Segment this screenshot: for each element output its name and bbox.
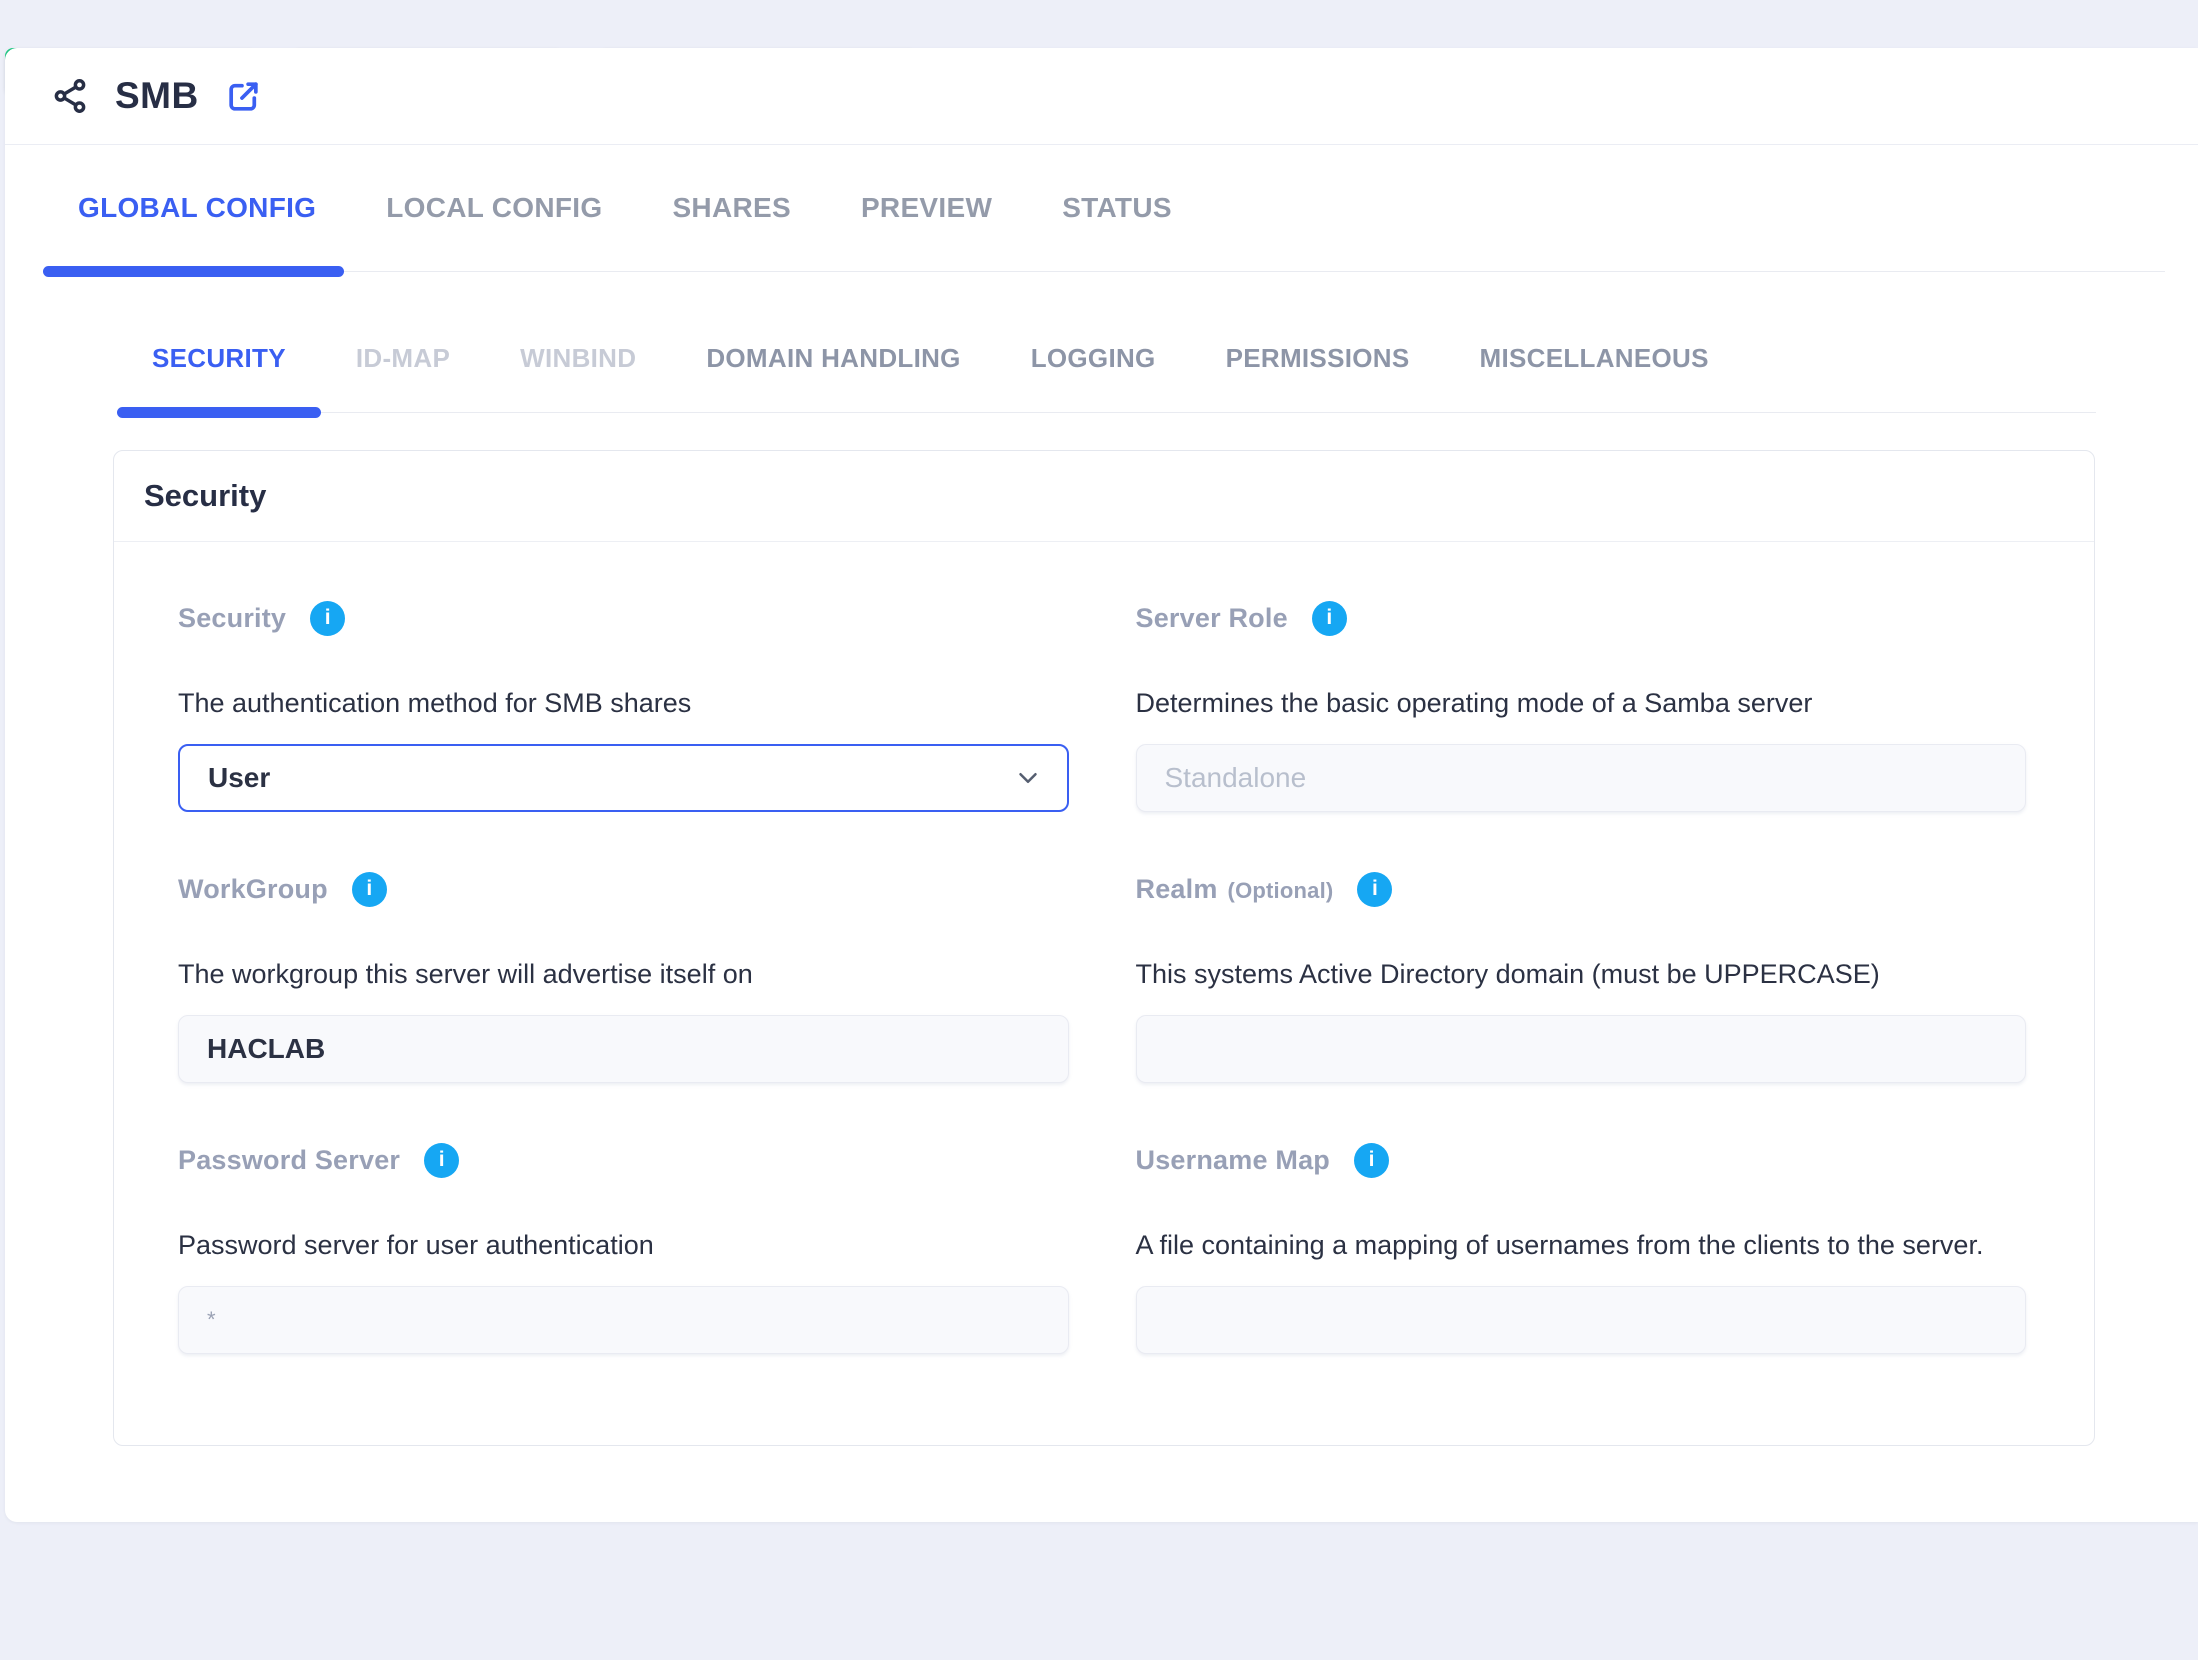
app-window: SMB GLOBAL CONFIG LOCAL CONFIG SHARES PR… xyxy=(5,48,2198,1522)
server-role-info-icon[interactable]: i xyxy=(1312,601,1347,636)
field-password-server: Password Server i Password server for us… xyxy=(178,1140,1069,1354)
server-role-input xyxy=(1136,744,2027,812)
field-label: Server Role xyxy=(1136,603,1288,634)
sub-tab-divider xyxy=(117,412,2096,413)
external-link-icon[interactable] xyxy=(225,78,262,115)
subtab-permissions[interactable]: PERMISSIONS xyxy=(1191,342,1445,374)
main-tab-divider xyxy=(43,271,2165,272)
sub-tab-bar: SECURITY ID-MAP WINBIND DOMAIN HANDLING … xyxy=(117,342,2198,374)
field-description: A file containing a mapping of usernames… xyxy=(1136,1228,2027,1262)
chevron-down-icon xyxy=(1013,763,1043,793)
field-username-map: Username Map i A file containing a mappi… xyxy=(1136,1140,2027,1354)
password-server-input[interactable] xyxy=(178,1286,1069,1354)
field-label: Realm(Optional) xyxy=(1136,874,1334,905)
subtab-domain-handling[interactable]: DOMAIN HANDLING xyxy=(671,342,995,374)
field-description: Password server for user authentication xyxy=(178,1228,1069,1262)
security-section-card: Security Security i The authentication m… xyxy=(113,450,2095,1446)
page-title: SMB xyxy=(115,75,199,117)
field-label: Security xyxy=(178,603,286,634)
subtab-miscellaneous[interactable]: MISCELLANEOUS xyxy=(1445,342,1744,374)
tab-global-config[interactable]: GLOBAL CONFIG xyxy=(43,191,351,225)
app-header: SMB xyxy=(5,48,2198,145)
username-map-input[interactable] xyxy=(1136,1286,2027,1354)
subtab-id-map: ID-MAP xyxy=(321,342,485,374)
optional-tag: (Optional) xyxy=(1228,878,1334,903)
field-description: The workgroup this server will advertise… xyxy=(178,957,1069,991)
password-server-info-icon[interactable]: i xyxy=(424,1143,459,1178)
workgroup-input[interactable] xyxy=(178,1015,1069,1083)
security-form: Security i The authentication method for… xyxy=(114,542,2094,1445)
subtab-security[interactable]: SECURITY xyxy=(117,342,321,374)
tab-preview[interactable]: PREVIEW xyxy=(826,191,1027,225)
field-server-role: Server Role i Determines the basic opera… xyxy=(1136,598,2027,812)
subtab-winbind: WINBIND xyxy=(485,342,671,374)
field-security: Security i The authentication method for… xyxy=(178,598,1069,812)
active-tab-indicator xyxy=(43,266,344,277)
section-title: Security xyxy=(114,451,2094,542)
active-subtab-indicator xyxy=(117,407,321,418)
field-description: The authentication method for SMB shares xyxy=(178,686,1069,720)
field-label: WorkGroup xyxy=(178,874,328,905)
security-select-value: User xyxy=(208,762,270,794)
field-realm: Realm(Optional) i This systems Active Di… xyxy=(1136,869,2027,1083)
tab-shares[interactable]: SHARES xyxy=(637,191,826,225)
security-info-icon[interactable]: i xyxy=(310,601,345,636)
share-icon xyxy=(51,77,89,115)
username-map-info-icon[interactable]: i xyxy=(1354,1143,1389,1178)
security-select[interactable]: User xyxy=(178,744,1069,812)
field-label: Username Map xyxy=(1136,1145,1330,1176)
realm-info-icon[interactable]: i xyxy=(1357,872,1392,907)
realm-input[interactable] xyxy=(1136,1015,2027,1083)
tab-local-config[interactable]: LOCAL CONFIG xyxy=(351,191,637,225)
field-label: Password Server xyxy=(178,1145,400,1176)
field-workgroup: WorkGroup i The workgroup this server wi… xyxy=(178,869,1069,1083)
subtab-logging[interactable]: LOGGING xyxy=(996,342,1191,374)
tab-status[interactable]: STATUS xyxy=(1027,191,1207,225)
field-description: Determines the basic operating mode of a… xyxy=(1136,686,2027,720)
main-tab-bar: GLOBAL CONFIG LOCAL CONFIG SHARES PREVIE… xyxy=(43,191,2198,225)
field-description: This systems Active Directory domain (mu… xyxy=(1136,957,2027,991)
workgroup-info-icon[interactable]: i xyxy=(352,872,387,907)
